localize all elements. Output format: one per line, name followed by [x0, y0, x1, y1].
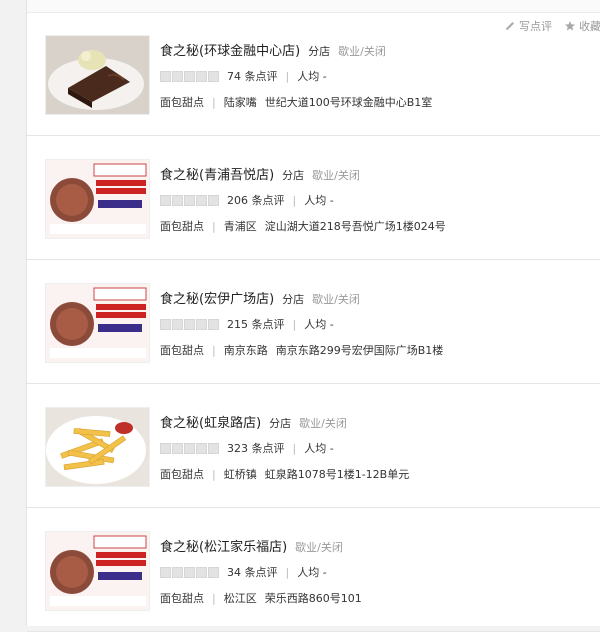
- status-label: 歇业/关闭: [312, 293, 360, 306]
- separator: |: [212, 343, 216, 357]
- shop-thumbnail[interactable]: [45, 407, 150, 487]
- shop-item: 食之秘(虹泉路店) 分店 歇业/关闭 323 条点评 | 人均 - 面包甜点 |…: [27, 384, 600, 508]
- separator: |: [292, 317, 297, 331]
- district-link[interactable]: 南京东路: [224, 342, 268, 358]
- district-link[interactable]: 陆家嘴: [224, 94, 257, 110]
- rating-stars: [160, 566, 219, 578]
- shop-info: 食之秘(青浦吾悦店) 分店 歇业/关闭 206 条点评 | 人均 - 面包甜点 …: [160, 164, 590, 234]
- shop-name-link[interactable]: 食之秘(松江家乐福店): [160, 536, 287, 555]
- separator: |: [285, 565, 290, 579]
- branch-link[interactable]: 分店: [282, 167, 304, 183]
- review-count-link[interactable]: 74 条点评: [227, 68, 278, 84]
- separator: |: [292, 441, 297, 455]
- avg-price: 人均 -: [304, 194, 334, 207]
- district-link[interactable]: 青浦区: [224, 218, 257, 234]
- shop-list-panel: 写点评 收藏 食之秘(环球金融中心店) 分店 歇业/关闭 74 条点评 | 人均…: [26, 0, 600, 632]
- promo-poster-image: [46, 284, 149, 362]
- fries-image: [46, 408, 149, 486]
- shop-item: 食之秘(环球金融中心店) 分店 歇业/关闭 74 条点评 | 人均 - 面包甜点…: [27, 12, 600, 136]
- review-count-link[interactable]: 323 条点评: [227, 440, 285, 456]
- separator: |: [212, 95, 216, 109]
- status-label: 歇业/关闭: [295, 541, 343, 554]
- address: 世纪大道100号环球金融中心B1室: [264, 96, 433, 109]
- branch-link[interactable]: 分店: [308, 43, 330, 59]
- shop-item: 食之秘(宏伊广场店) 分店 歇业/关闭 215 条点评 | 人均 - 面包甜点 …: [27, 260, 600, 384]
- chocolate-cake-image: [46, 36, 149, 114]
- avg-price: 人均 -: [304, 442, 334, 455]
- status-label: 歇业/关闭: [338, 45, 386, 58]
- shop-info: 食之秘(松江家乐福店) 歇业/关闭 34 条点评 | 人均 - 面包甜点 | 松…: [160, 536, 590, 606]
- shop-name-link[interactable]: 食之秘(宏伊广场店): [160, 288, 274, 307]
- address: 淀山湖大道218号吾悦广场1楼024号: [264, 220, 446, 233]
- review-count-link[interactable]: 34 条点评: [227, 564, 278, 580]
- separator: |: [212, 467, 216, 481]
- status-label: 歇业/关闭: [312, 169, 360, 182]
- shop-thumbnail[interactable]: [45, 283, 150, 363]
- shop-info: 食之秘(环球金融中心店) 分店 歇业/关闭 74 条点评 | 人均 - 面包甜点…: [160, 40, 590, 110]
- shop-info: 食之秘(虹泉路店) 分店 歇业/关闭 323 条点评 | 人均 - 面包甜点 |…: [160, 412, 590, 482]
- category-link[interactable]: 面包甜点: [160, 94, 204, 110]
- shop-thumbnail[interactable]: [45, 531, 150, 611]
- review-count-link[interactable]: 215 条点评: [227, 316, 285, 332]
- shop-name-link[interactable]: 食之秘(虹泉路店): [160, 412, 261, 431]
- rating-stars: [160, 70, 219, 82]
- separator: |: [212, 591, 216, 605]
- category-link[interactable]: 面包甜点: [160, 466, 204, 482]
- rating-stars: [160, 318, 219, 330]
- rating-stars: [160, 442, 219, 454]
- shop-list: 食之秘(环球金融中心店) 分店 歇业/关闭 74 条点评 | 人均 - 面包甜点…: [27, 12, 600, 632]
- shop-name-link[interactable]: 食之秘(青浦吾悦店): [160, 164, 274, 183]
- shop-item: 食之秘(青浦吾悦店) 分店 歇业/关闭 206 条点评 | 人均 - 面包甜点 …: [27, 136, 600, 260]
- shop-item: 食之秘(松江家乐福店) 歇业/关闭 34 条点评 | 人均 - 面包甜点 | 松…: [27, 508, 600, 632]
- promo-poster-image: [46, 160, 149, 238]
- address: 虹泉路1078号1楼1-12B单元: [264, 468, 410, 481]
- category-link[interactable]: 面包甜点: [160, 590, 204, 606]
- shop-thumbnail[interactable]: [45, 35, 150, 115]
- avg-price: 人均 -: [297, 566, 327, 579]
- avg-price: 人均 -: [304, 318, 334, 331]
- status-label: 歇业/关闭: [299, 417, 347, 430]
- promo-poster-image: [46, 532, 149, 610]
- separator: |: [212, 219, 216, 233]
- shop-name-link[interactable]: 食之秘(环球金融中心店): [160, 40, 300, 59]
- district-link[interactable]: 虹桥镇: [224, 466, 257, 482]
- avg-price: 人均 -: [297, 70, 327, 83]
- branch-link[interactable]: 分店: [269, 415, 291, 431]
- branch-link[interactable]: 分店: [282, 291, 304, 307]
- shop-thumbnail[interactable]: [45, 159, 150, 239]
- rating-stars: [160, 194, 219, 206]
- address: 荣乐西路860号101: [264, 592, 362, 605]
- separator: |: [285, 69, 290, 83]
- district-link[interactable]: 松江区: [224, 590, 257, 606]
- category-link[interactable]: 面包甜点: [160, 218, 204, 234]
- separator: |: [292, 193, 297, 207]
- address: 南京东路299号宏伊国际广场B1楼: [275, 344, 444, 357]
- category-link[interactable]: 面包甜点: [160, 342, 204, 358]
- shop-info: 食之秘(宏伊广场店) 分店 歇业/关闭 215 条点评 | 人均 - 面包甜点 …: [160, 288, 590, 358]
- review-count-link[interactable]: 206 条点评: [227, 192, 285, 208]
